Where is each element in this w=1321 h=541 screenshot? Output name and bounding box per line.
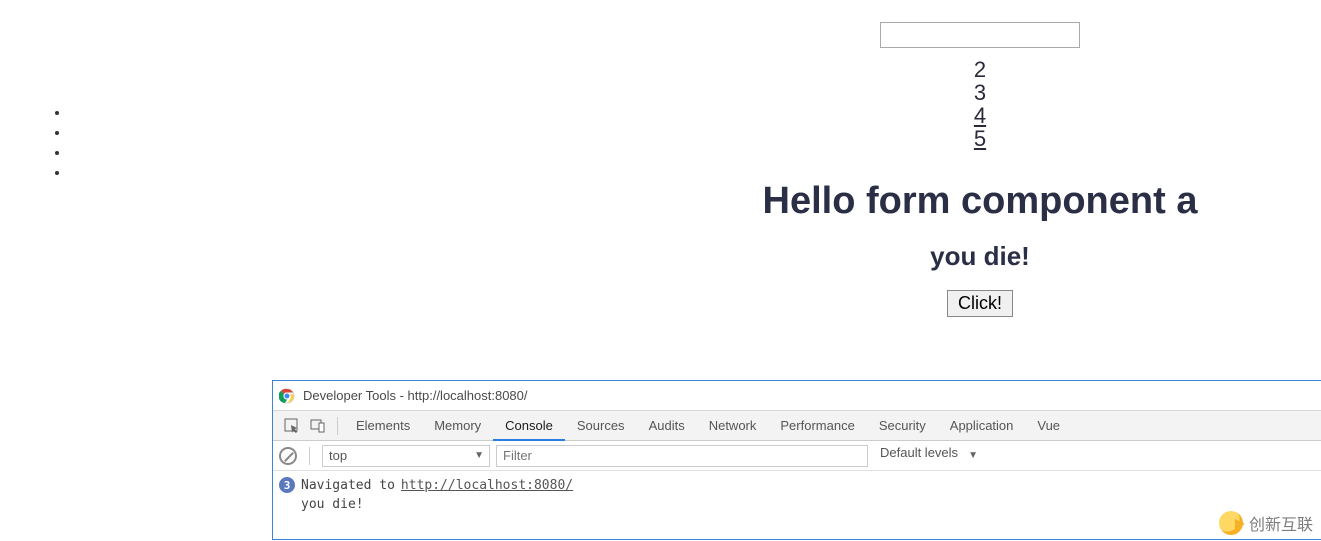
console-filter-input[interactable] — [496, 445, 868, 467]
context-select[interactable]: top — [322, 445, 490, 467]
clear-console-icon[interactable] — [279, 447, 297, 465]
separator — [337, 417, 338, 435]
tab-application[interactable]: Application — [938, 411, 1026, 441]
watermark-text: 创新互联 — [1249, 511, 1313, 535]
console-filterbar: top Default levels — [273, 441, 1321, 471]
levels-select-wrap: Default levels — [874, 445, 984, 467]
component-heading: Hello form component a — [640, 180, 1320, 223]
devtools-title: Developer Tools - http://localhost:8080/ — [303, 388, 528, 403]
devtools-tabs: Elements Memory Console Sources Audits N… — [273, 411, 1321, 441]
page-viewport: 2 3 4 5 Hello form component a you die! … — [0, 0, 1321, 378]
console-log-line: you die! — [279, 495, 1315, 514]
tab-audits[interactable]: Audits — [637, 411, 697, 441]
devtools-window: Developer Tools - http://localhost:8080/… — [272, 380, 1321, 540]
nav-url-link[interactable]: http://localhost:8080/ — [401, 478, 573, 493]
status-heading: you die! — [640, 241, 1320, 272]
tab-memory[interactable]: Memory — [422, 411, 493, 441]
number-list: 2 3 4 5 — [640, 58, 1320, 150]
left-bullet-list — [30, 92, 70, 184]
tab-performance[interactable]: Performance — [768, 411, 866, 441]
console-nav-line: 3 Navigated to http://localhost:8080/ — [279, 475, 1315, 495]
number-item: 3 — [640, 81, 1320, 104]
separator — [309, 447, 310, 465]
chrome-icon — [279, 388, 295, 404]
device-toggle-icon[interactable] — [305, 413, 331, 439]
tab-console[interactable]: Console — [493, 411, 565, 441]
tab-vue[interactable]: Vue — [1025, 411, 1072, 441]
watermark-icon — [1219, 511, 1243, 535]
log-levels-select[interactable]: Default levels — [874, 445, 984, 467]
watermark: 创新互联 — [1219, 511, 1313, 535]
tab-elements[interactable]: Elements — [344, 411, 422, 441]
click-button[interactable]: Click! — [947, 290, 1013, 317]
devtools-titlebar: Developer Tools - http://localhost:8080/ — [273, 381, 1321, 411]
nav-text: Navigated to — [301, 478, 395, 493]
nav-count-badge: 3 — [279, 477, 295, 493]
console-output: 3 Navigated to http://localhost:8080/ yo… — [273, 471, 1321, 518]
number-item: 2 — [640, 58, 1320, 81]
number-item: 5 — [640, 127, 1320, 150]
context-select-wrap: top — [322, 445, 490, 467]
main-content: 2 3 4 5 Hello form component a you die! … — [640, 22, 1320, 317]
tab-sources[interactable]: Sources — [565, 411, 637, 441]
inspect-icon[interactable] — [279, 413, 305, 439]
number-item: 4 — [640, 104, 1320, 127]
tab-security[interactable]: Security — [867, 411, 938, 441]
tab-network[interactable]: Network — [697, 411, 769, 441]
console-log-text: you die! — [301, 497, 364, 512]
text-input[interactable] — [880, 22, 1080, 48]
